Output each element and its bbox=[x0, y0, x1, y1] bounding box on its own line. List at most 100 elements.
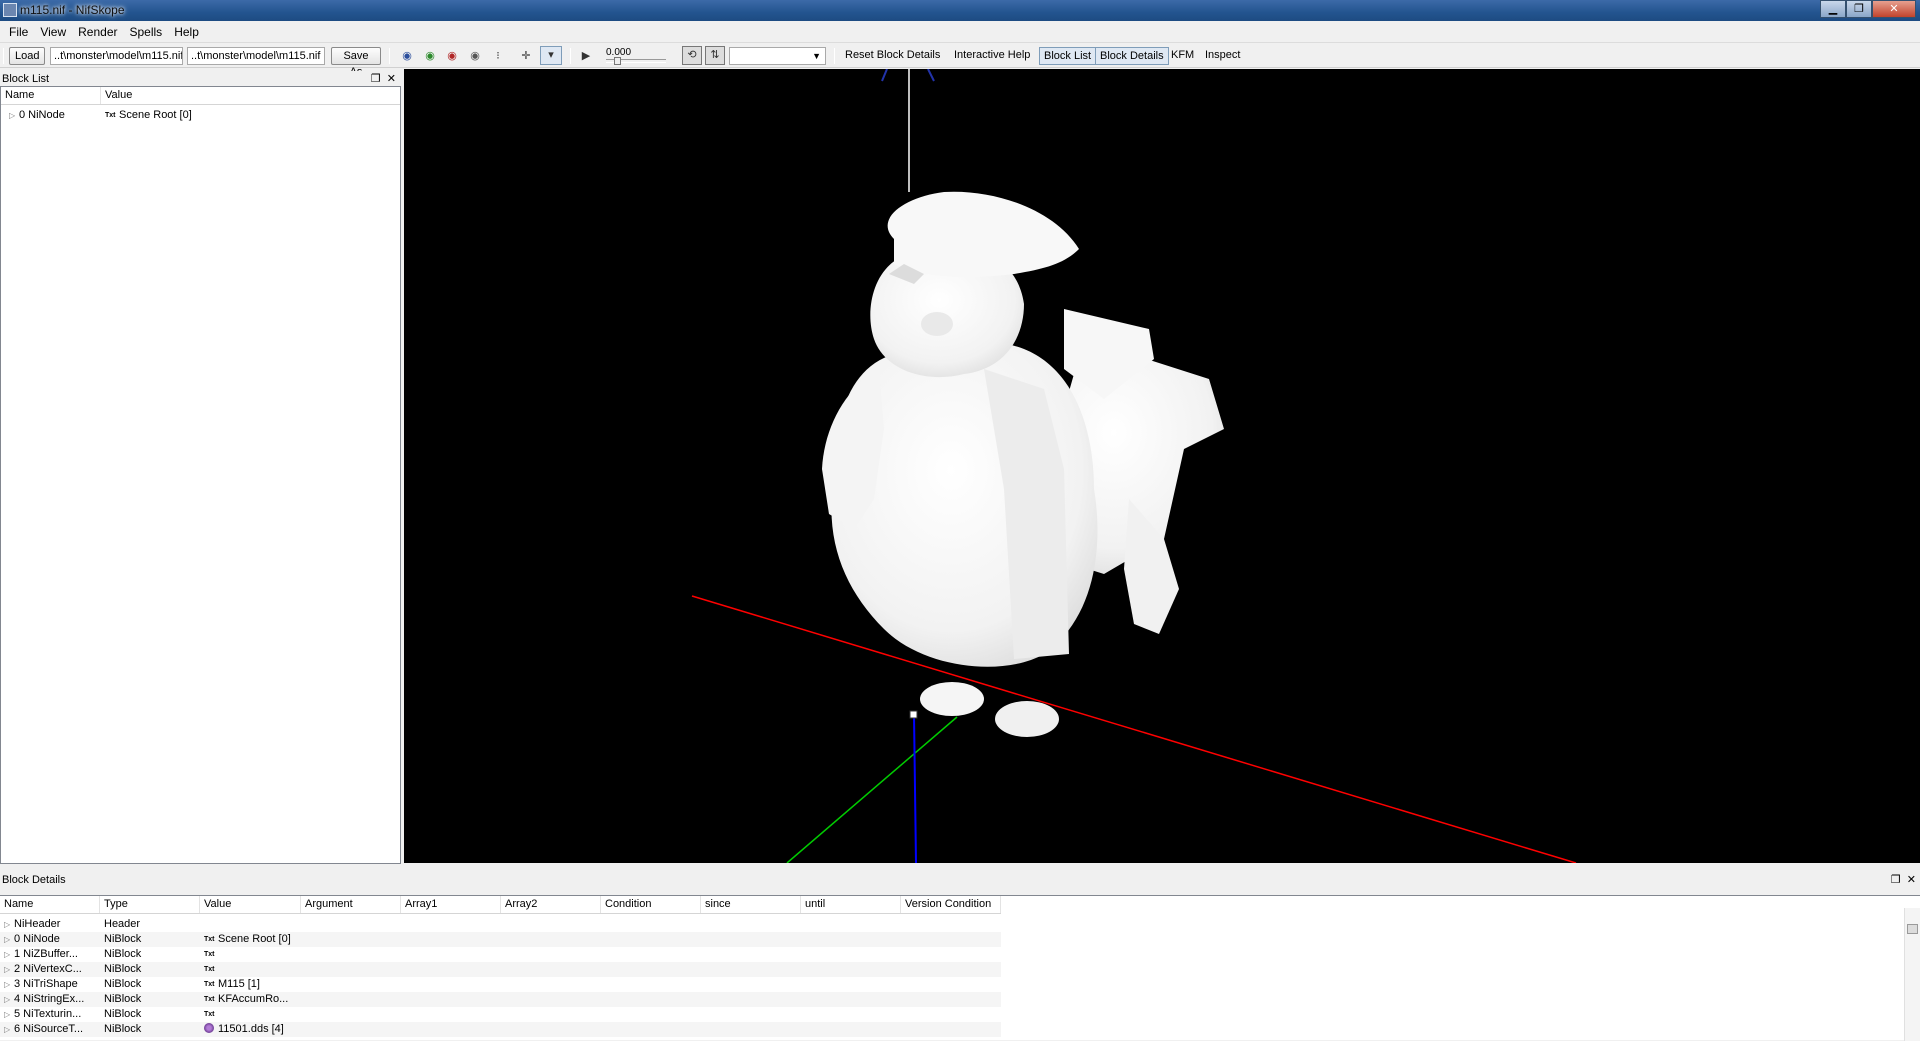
expand-arrow-icon[interactable]: ▷ bbox=[4, 992, 14, 1007]
expand-arrow-icon[interactable]: ▷ bbox=[4, 932, 14, 947]
green-eye-icon[interactable]: ◉ bbox=[421, 48, 439, 64]
expand-arrow-icon[interactable]: ▷ bbox=[4, 1007, 14, 1022]
cell-value: 11501.dds [4] bbox=[218, 1023, 284, 1035]
float-icon[interactable]: ❐ bbox=[371, 71, 381, 87]
column-header-name[interactable]: Name bbox=[1, 87, 101, 104]
chevron-down-icon: ▼ bbox=[812, 51, 821, 61]
table-row[interactable]: ▷ NiHeader Header bbox=[0, 917, 1001, 932]
block-list-panel[interactable]: Name Value ▷ 0 NiNode Txt Scene Root [0] bbox=[0, 86, 401, 864]
close-icon[interactable]: ✕ bbox=[1907, 872, 1916, 888]
save-path-input[interactable]: ..t\monster\model\m115.nif bbox=[187, 47, 325, 65]
light-icon[interactable]: ⁝ bbox=[489, 48, 507, 64]
close-icon[interactable]: ✕ bbox=[387, 71, 396, 87]
table-row[interactable]: ▷ 5 NiTexturin... NiBlock Txt bbox=[0, 1007, 1001, 1022]
expand-arrow-icon[interactable]: ▷ bbox=[4, 947, 14, 962]
table-row[interactable]: ▷ 3 NiTriShape NiBlock Txt M115 [1] bbox=[0, 977, 1001, 992]
origin-marker bbox=[909, 710, 918, 719]
txt-icon: Txt bbox=[105, 112, 116, 119]
character-model bbox=[822, 191, 1224, 737]
menu-spells[interactable]: Spells bbox=[124, 25, 169, 39]
column-header-argument[interactable]: Argument bbox=[301, 896, 401, 913]
play-icon[interactable]: ▶ bbox=[577, 48, 595, 64]
vertical-scrollbar[interactable] bbox=[1904, 908, 1920, 1041]
menu-view[interactable]: View bbox=[34, 25, 72, 39]
table-row[interactable]: ▷ 1 NiZBuffer... NiBlock Txt bbox=[0, 947, 1001, 962]
table-row[interactable]: ▷ 2 NiVertexC... NiBlock Txt bbox=[0, 962, 1001, 977]
time-slider-handle[interactable] bbox=[614, 57, 621, 65]
expand-arrow-icon[interactable]: ▷ bbox=[4, 962, 14, 977]
axes-icon[interactable]: ✛ bbox=[517, 48, 535, 64]
cell-type: Header bbox=[104, 918, 141, 930]
view-dropdown-icon[interactable]: ▾ bbox=[540, 46, 562, 65]
txt-icon: Txt bbox=[204, 951, 215, 958]
block-details-toggle[interactable]: Block Details bbox=[1095, 47, 1169, 65]
block-value: Scene Root [0] bbox=[119, 109, 192, 121]
bone-marker bbox=[927, 69, 935, 82]
txt-icon: Txt bbox=[204, 981, 215, 988]
switch-icon[interactable]: ⇅ bbox=[705, 46, 725, 65]
cell-value: KFAccumRo... bbox=[218, 993, 289, 1005]
interactive-help-button[interactable]: Interactive Help bbox=[950, 47, 1034, 65]
save-as-button[interactable]: Save As bbox=[331, 47, 381, 78]
cell-name: NiHeader bbox=[14, 918, 61, 930]
texture-icon bbox=[204, 1023, 214, 1033]
txt-icon: Txt bbox=[204, 996, 215, 1003]
txt-icon: Txt bbox=[204, 1011, 215, 1018]
column-header-type[interactable]: Type bbox=[100, 896, 200, 913]
expand-arrow-icon[interactable]: ▷ bbox=[4, 1022, 14, 1037]
txt-icon: Txt bbox=[204, 936, 215, 943]
render-viewport[interactable] bbox=[404, 69, 1920, 863]
time-slider[interactable] bbox=[606, 57, 666, 65]
blue-eye-icon[interactable]: ◉ bbox=[398, 48, 416, 64]
minimize-button[interactable]: ▁ bbox=[1820, 0, 1846, 18]
block-list-row[interactable]: ▷ 0 NiNode Txt Scene Root [0] bbox=[1, 108, 400, 123]
grey-eye-icon[interactable]: ◉ bbox=[466, 48, 484, 64]
cell-type: NiBlock bbox=[104, 993, 142, 1005]
scrollbar-thumb[interactable] bbox=[1907, 924, 1918, 934]
red-eye-icon[interactable]: ◉ bbox=[443, 48, 461, 64]
load-button[interactable]: Load bbox=[9, 47, 45, 65]
column-header-array1[interactable]: Array1 bbox=[401, 896, 501, 913]
column-header-name[interactable]: Name bbox=[0, 896, 100, 913]
column-header-version-condition[interactable]: Version Condition bbox=[901, 896, 1001, 913]
expand-arrow-icon[interactable]: ▷ bbox=[4, 917, 14, 932]
table-row[interactable]: ▷ 6 NiSourceT... NiBlock 11501.dds [4] bbox=[0, 1022, 1001, 1037]
expand-arrow-icon[interactable]: ▷ bbox=[4, 977, 14, 992]
cell-name: 3 NiTriShape bbox=[14, 978, 78, 990]
menu-help[interactable]: Help bbox=[168, 25, 205, 39]
column-header-until[interactable]: until bbox=[801, 896, 901, 913]
animation-select[interactable]: ▼ bbox=[729, 47, 826, 65]
column-header-value[interactable]: Value bbox=[101, 87, 400, 104]
scene-canvas bbox=[691, 69, 1577, 863]
inspect-button[interactable]: Inspect bbox=[1201, 47, 1244, 65]
cell-type: NiBlock bbox=[104, 963, 142, 975]
cell-name: 1 NiZBuffer... bbox=[14, 948, 78, 960]
table-row[interactable]: ▷ 0 NiNode NiBlock Txt Scene Root [0] bbox=[0, 932, 1001, 947]
kfm-button[interactable]: KFM bbox=[1167, 47, 1198, 65]
block-list-title: Block List bbox=[2, 73, 50, 85]
block-details-panel[interactable]: Name Type Value Argument Array1 Array2 C… bbox=[0, 895, 1920, 1041]
expand-arrow-icon[interactable]: ▷ bbox=[9, 108, 19, 123]
column-header-value[interactable]: Value bbox=[200, 896, 301, 913]
loop-icon[interactable]: ⟲ bbox=[682, 46, 702, 65]
column-header-condition[interactable]: Condition bbox=[601, 896, 701, 913]
cell-name: 5 NiTexturin... bbox=[14, 1008, 82, 1020]
cell-name: 4 NiStringEx... bbox=[14, 993, 85, 1005]
maximize-button[interactable]: ❐ bbox=[1846, 0, 1872, 18]
reset-block-details-button[interactable]: Reset Block Details bbox=[841, 47, 944, 65]
block-details-rows: ▷ NiHeader Header ▷ 0 NiNode NiBlock Txt Sc… bbox=[0, 917, 1001, 1037]
column-header-array2[interactable]: Array2 bbox=[501, 896, 601, 913]
cell-value: Scene Root [0] bbox=[218, 933, 291, 945]
z-axis-line bbox=[913, 714, 917, 863]
menu-render[interactable]: Render bbox=[72, 25, 123, 39]
menu-file[interactable]: File bbox=[3, 25, 34, 39]
load-path-input[interactable]: ..t\monster\model\m115.nif bbox=[50, 47, 183, 65]
close-button[interactable]: ✕ bbox=[1872, 0, 1916, 18]
block-list-header: Name Value bbox=[1, 87, 400, 105]
table-row[interactable]: ▷ 4 NiStringEx... NiBlock Txt KFAccumRo... bbox=[0, 992, 1001, 1007]
window-title: m115.nif - NifSkope bbox=[20, 3, 125, 17]
float-icon[interactable]: ❐ bbox=[1891, 872, 1901, 888]
block-list-toggle[interactable]: Block List bbox=[1039, 47, 1097, 65]
block-name: 0 NiNode bbox=[19, 109, 65, 121]
column-header-since[interactable]: since bbox=[701, 896, 801, 913]
